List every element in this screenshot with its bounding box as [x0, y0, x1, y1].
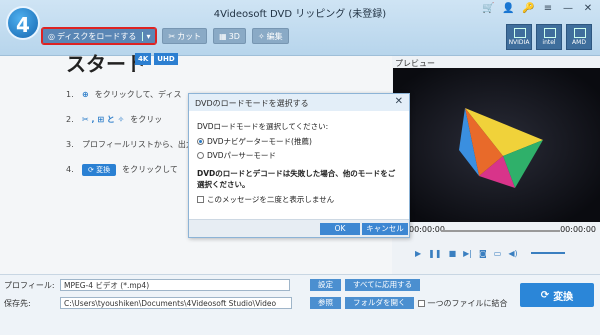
destination-row: 保存先: C:\Users\tyoushiken\Documents\4Vide…: [4, 297, 508, 309]
radio-navigator-mode[interactable]: DVDナビゲーターモード(推薦): [197, 136, 401, 147]
step-item: 2. ✂ , ⊞ と ✧ をクリッ: [66, 115, 163, 124]
user-icon[interactable]: 👤: [502, 3, 514, 14]
nvidia-badge: NVIDIA: [506, 24, 532, 50]
dialog-footer: OK キャンセル: [189, 219, 409, 237]
steps-list: 1. ⊕ をクリックして、ディス 2. ✂ , ⊞ と ✧ をクリッ 3. プロ…: [66, 82, 194, 182]
disc-icon: ◎: [48, 31, 55, 41]
badge-uhd: UHD: [154, 53, 178, 65]
scissors-icon: ✂: [168, 31, 176, 41]
badge-4k: 4K: [135, 53, 152, 65]
profile-value: MPEG-4 ビデオ (*.mp4): [64, 281, 150, 290]
radio-selected: [197, 138, 204, 145]
apply-all-button[interactable]: すべてに応用する: [345, 279, 421, 291]
3d-label: 3D: [228, 31, 240, 41]
folder-icon[interactable]: ▭: [494, 249, 502, 258]
close-button[interactable]: ✕: [582, 3, 594, 14]
cart-icon[interactable]: 🛒: [482, 3, 494, 14]
checkbox-box: [197, 196, 204, 203]
time-start: 00:00:00: [409, 225, 445, 234]
preview-screen: [393, 68, 600, 222]
output-settings-bar: プロフィール: MPEG-4 ビデオ (*.mp4) 設定 すべてに応用する 保…: [0, 274, 600, 335]
amd-badge: AMD: [566, 24, 592, 50]
time-end: 00:00:00: [560, 225, 596, 234]
chevron-down-icon[interactable]: ▾: [142, 31, 150, 41]
profile-row: プロフィール: MPEG-4 ビデオ (*.mp4) 設定 すべてに応用する: [4, 279, 421, 291]
refresh-icon: ⟳: [540, 289, 550, 301]
wand-icon: ✧: [257, 31, 265, 41]
playback-controls: ▶ ❚❚ ■ ▶| ◙ ▭ ◀): [393, 246, 600, 260]
snapshot-icon[interactable]: ◙: [479, 249, 487, 258]
menu-icon[interactable]: ≡: [542, 3, 554, 14]
3d-button[interactable]: ▦ 3D: [213, 28, 246, 44]
dialog-title-bar: DVDのロードモードを選択する ✕: [189, 94, 409, 111]
start-title: スタート: [66, 52, 146, 76]
3d-icon: ▦: [219, 31, 227, 41]
stop-icon[interactable]: ■: [449, 249, 457, 258]
dialog-question: DVDロードモードを選択してください:: [197, 122, 329, 131]
destination-path: C:\Users\tyoushiken\Documents\4Videosoft…: [64, 299, 277, 308]
merge-checkbox[interactable]: 一つのファイルに結合: [417, 298, 508, 309]
load-disc-button[interactable]: ◎ ディスクをロードする ▾: [40, 27, 158, 45]
step-item: 1. ⊕ をクリックして、ディス: [66, 90, 182, 99]
next-icon[interactable]: ▶|: [463, 249, 472, 258]
cut-label: カット: [177, 31, 202, 41]
close-icon[interactable]: ✕: [395, 96, 403, 107]
step-item: 3. プロフィールリストから、出力: [66, 140, 194, 149]
dialog-title: DVDのロードモードを選択する: [195, 99, 309, 108]
ok-button[interactable]: OK: [320, 223, 360, 235]
radio-parser-mode[interactable]: DVDパーサーモード: [197, 150, 401, 161]
play-icon[interactable]: ▶: [415, 249, 421, 258]
settings-button[interactable]: 設定: [310, 279, 341, 291]
destination-input[interactable]: C:\Users\tyoushiken\Documents\4Videosoft…: [60, 297, 292, 309]
load-disc-icon: ⊕: [82, 90, 89, 99]
browse-button[interactable]: 参照: [310, 297, 341, 309]
load-disc-label: ディスクをロードする: [56, 31, 137, 41]
destination-label: 保存先:: [4, 298, 31, 308]
cancel-button[interactable]: キャンセル: [362, 223, 408, 235]
volume-icon[interactable]: ◀): [508, 249, 517, 258]
cut-button[interactable]: ✂ カット: [162, 28, 208, 44]
dialog-body: DVDロードモードを選択してください: DVDナビゲーターモード(推薦) DVD…: [189, 111, 409, 205]
convert-label: 変換: [553, 291, 574, 303]
profile-label: プロフィール:: [4, 280, 55, 290]
hardware-acceleration: NVIDIA intel AMD: [506, 24, 592, 50]
step-item: 4. ⟳ 変換 をクリックして: [66, 163, 178, 176]
intel-badge: intel: [536, 24, 562, 50]
volume-slider[interactable]: [530, 252, 565, 254]
radio-unselected: [197, 152, 204, 159]
edit-button[interactable]: ✧ 編集: [251, 28, 289, 44]
open-folder-button[interactable]: フォルダを開く: [345, 297, 414, 309]
dont-show-again-checkbox[interactable]: このメッセージを二度と表示しません: [197, 194, 401, 205]
key-icon[interactable]: 🔑: [522, 3, 534, 14]
convert-button[interactable]: ⟳ 変換: [520, 283, 594, 307]
edit-tools-icon: ✂ , ⊞ と ✧: [82, 115, 125, 124]
play-logo-graphic: [393, 68, 600, 222]
format-badges: 4K UHD: [135, 53, 178, 65]
profile-select[interactable]: MPEG-4 ビデオ (*.mp4): [60, 279, 290, 291]
dialog-warning: DVDのロードとデコードは失敗した場合、他のモードをご選択ください。: [197, 169, 396, 189]
minimize-button[interactable]: —: [562, 3, 574, 14]
convert-mini-badge: ⟳ 変換: [82, 163, 117, 176]
edit-label: 編集: [266, 31, 283, 41]
window-controls: 🛒 👤 🔑 ≡ — ✕: [482, 3, 594, 14]
timeline: 00:00:00 00:00:00: [393, 223, 600, 237]
load-mode-dialog: DVDのロードモードを選択する ✕ DVDロードモードを選択してください: DV…: [188, 93, 410, 238]
toolbar: ◎ ディスクをロードする ▾ ✂ カット ▦ 3D ✧ 編集: [40, 27, 289, 45]
seek-bar[interactable]: [441, 230, 560, 232]
checkbox-box: [417, 299, 425, 307]
pause-icon[interactable]: ❚❚: [428, 249, 441, 258]
